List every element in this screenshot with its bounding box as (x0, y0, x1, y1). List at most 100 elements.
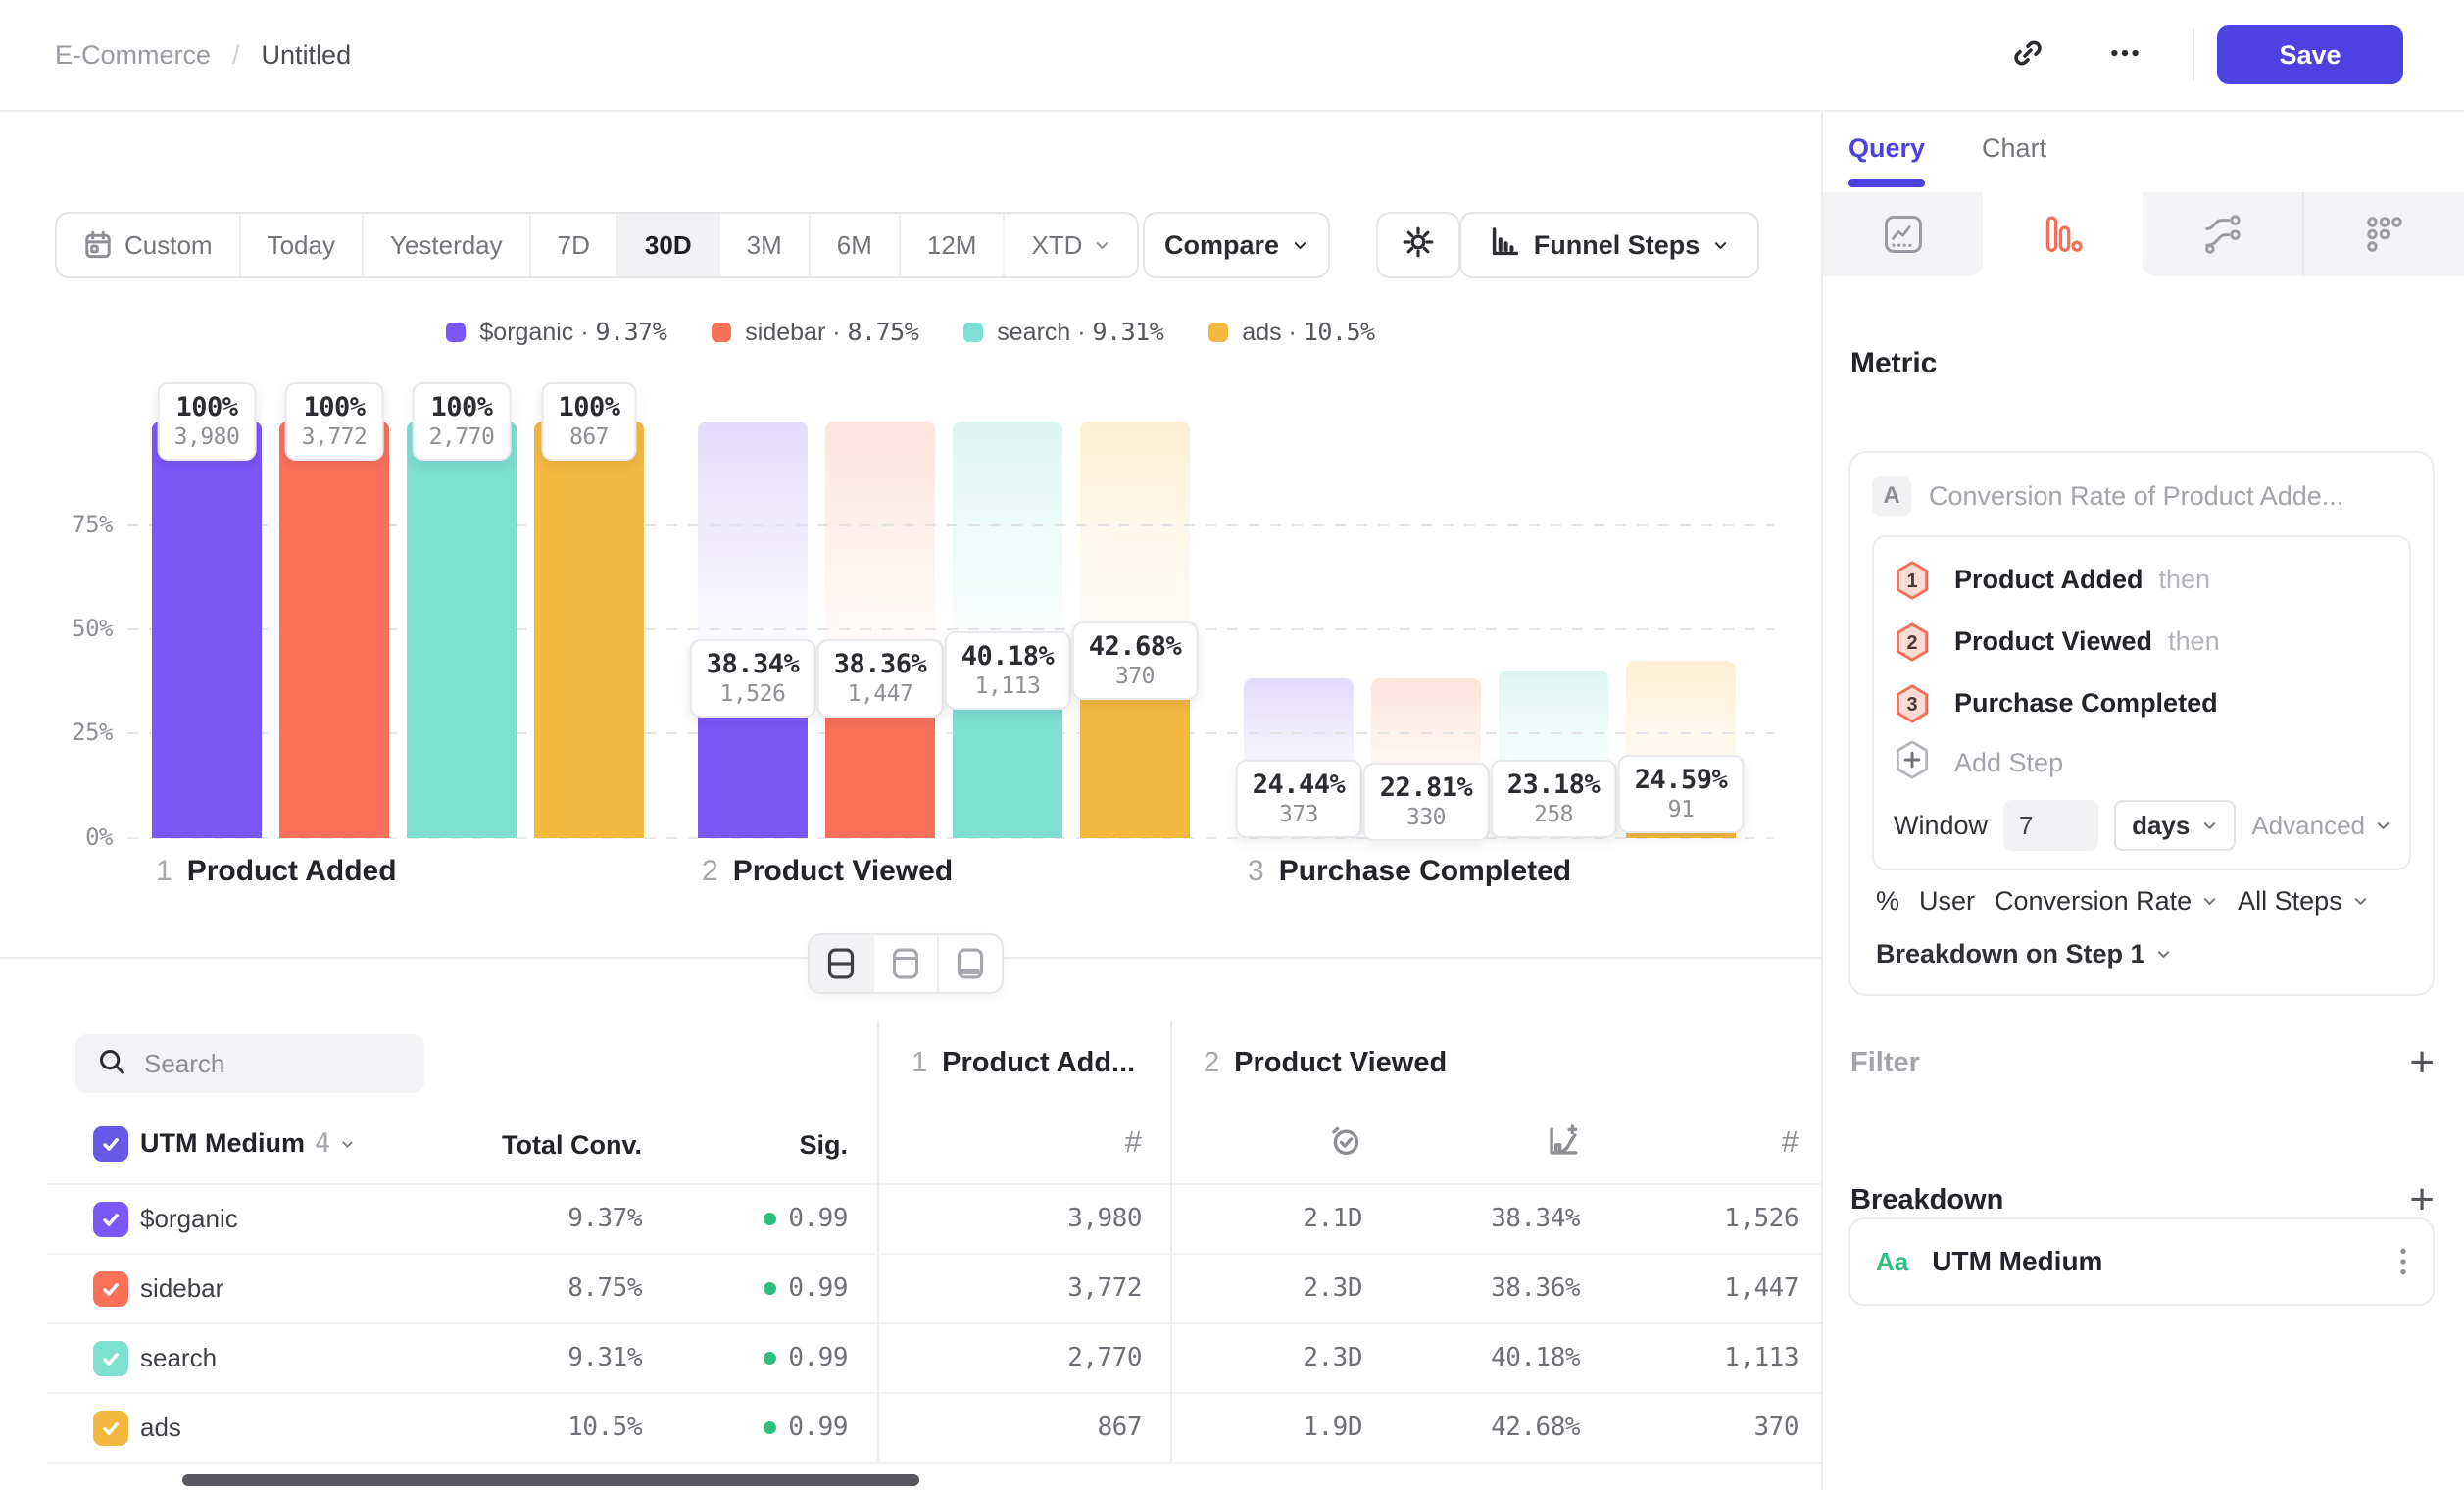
svg-text:3: 3 (1906, 693, 1917, 715)
line-chart-icon (1884, 215, 1923, 254)
chart-type-tab-flow[interactable] (2143, 192, 2302, 276)
chart-step-label: 3Purchase Completed (1248, 855, 1571, 888)
column-header-hash-icon[interactable]: # (1083, 1124, 1142, 1160)
bar-value-card: 40.18%1,113 (945, 631, 1071, 710)
conversion-window-row: Window 7 days Advanced (1874, 791, 2409, 860)
more-options-button[interactable] (2092, 22, 2158, 88)
layout-top-icon (891, 947, 920, 980)
add-step-hexagon-icon (1894, 739, 1931, 787)
all-steps-select[interactable]: All Steps (2238, 886, 2369, 917)
add-breakdown-button[interactable]: + (2409, 1178, 2435, 1221)
table-search (75, 1034, 424, 1093)
funnel-chart: 75%50%25%0%100%3,98038.34%1,52624.44%373… (0, 110, 1821, 914)
svg-text:1: 1 (1906, 570, 1917, 591)
bar-conversion-pct: 38.34% (707, 648, 800, 680)
panel-tabs: Query Chart (1848, 133, 2046, 181)
bar-value-card: 100%3,772 (285, 382, 384, 461)
sig-column-header[interactable]: Sig. (0, 1130, 848, 1161)
tab-query[interactable]: Query (1848, 133, 1925, 181)
chevron-down-icon (2201, 818, 2218, 834)
more-icon (2108, 36, 2142, 70)
chart-type-tab-funnel-bars[interactable] (1983, 192, 2143, 276)
funnel-step-row[interactable]: 1Product Addedthen (1874, 549, 2409, 611)
bar-value-card: 100%867 (541, 382, 636, 461)
table-row[interactable]: ads10.5%0.998671.9D42.68%370 (0, 1394, 1821, 1464)
bar-conversion-pct: 24.59% (1635, 764, 1728, 796)
breakdown-property-name: UTM Medium (1932, 1246, 2102, 1277)
svg-text:2: 2 (1906, 631, 1917, 653)
funnel-bar[interactable] (534, 422, 644, 838)
table-group-header-step1: 1Product Add... (912, 1047, 1135, 1079)
layout-split-icon (826, 947, 856, 980)
table-row[interactable]: search9.31%0.992,7702.3D40.18%1,113 (0, 1324, 1821, 1394)
bar-count: 1,526 (707, 680, 800, 709)
funnel-bar[interactable] (279, 422, 389, 838)
view-toggle-layout-top[interactable] (874, 935, 939, 992)
search-input[interactable] (142, 1048, 381, 1080)
tab-chart[interactable]: Chart (1982, 133, 2046, 181)
column-header-avg-time-icon[interactable] (1304, 1124, 1362, 1158)
layout-view-toggle (808, 933, 1004, 994)
breadcrumb-report-title[interactable]: Untitled (262, 40, 352, 71)
metric-card: A Conversion Rate of Product Adde... 1Pr… (1848, 451, 2435, 996)
table-header-row: UTM Medium 4 Total Conv.Sig.## (0, 1105, 1821, 1185)
step-number-hexagon: 1 (1894, 560, 1931, 601)
funnel-steps-card: 1Product Addedthen2Product Viewedthen3Pu… (1872, 535, 2411, 870)
search-icon (97, 1047, 126, 1076)
bar-value-card: 24.44%373 (1236, 760, 1362, 838)
window-value-input[interactable]: 7 (2003, 800, 2098, 851)
bar-conversion-pct: 24.44% (1253, 769, 1346, 801)
chart-type-tab-line-chart[interactable] (1823, 192, 1983, 276)
row-step2-count: 1,113 (0, 1343, 1799, 1372)
bar-value-card: 22.81%330 (1363, 763, 1490, 841)
bar-value-card: 23.18%258 (1491, 760, 1617, 838)
chart-type-tab-retention-grid[interactable] (2302, 192, 2464, 276)
funnel-bar[interactable] (407, 422, 517, 838)
y-axis-tick: 75% (39, 511, 113, 538)
row-step2-count: 1,526 (0, 1204, 1799, 1233)
kebab-menu-button[interactable] (2399, 1245, 2407, 1278)
metric-title: Conversion Rate of Product Adde... (1929, 481, 2343, 512)
bar-conversion-pct: 22.81% (1380, 771, 1473, 804)
funnel-step-row[interactable]: 2Product Viewedthen (1874, 611, 2409, 672)
add-hexagon-icon (1894, 739, 1931, 780)
share-link-button[interactable] (1995, 22, 2061, 88)
conversion-rate-select[interactable]: Conversion Rate (1995, 886, 2218, 917)
conversion-chart-icon (1547, 1124, 1580, 1158)
bar-conversion-pct: 38.36% (834, 648, 927, 680)
measure-user-label: User (1919, 886, 1975, 917)
filter-section: Filter + (1850, 1037, 2435, 1088)
breadcrumb-project[interactable]: E-Commerce (55, 40, 211, 71)
string-type-icon: Aa (1876, 1247, 1908, 1277)
advanced-toggle[interactable]: Advanced (2251, 811, 2391, 841)
funnel-step-list: 1Product Addedthen2Product Viewedthen3Pu… (1874, 537, 2409, 734)
bar-value-card: 100%2,770 (413, 382, 512, 461)
add-step-button[interactable]: Add Step (1874, 734, 2409, 791)
table-row[interactable]: sidebar8.75%0.993,7722.3D38.36%1,447 (0, 1255, 1821, 1324)
horizontal-scrollbar[interactable] (182, 1474, 919, 1486)
save-button[interactable]: Save (2217, 25, 2403, 84)
metric-header[interactable]: A Conversion Rate of Product Adde... (1872, 476, 2343, 516)
step-number-hexagon: 2 (1894, 621, 1931, 663)
bar-value-card: 42.68%370 (1072, 621, 1199, 700)
funnel-bar[interactable] (152, 422, 262, 838)
bar-count: 867 (558, 423, 619, 452)
add-filter-button[interactable]: + (2409, 1041, 2435, 1084)
app-window: E-Commerce / Untitled Save CustomTodayYe… (0, 0, 2464, 1490)
breakdown-title: Breakdown (1850, 1184, 2003, 1217)
view-toggle-layout-bottom[interactable] (939, 935, 1002, 992)
column-header-hash-icon[interactable]: # (1740, 1124, 1799, 1160)
view-toggle-layout-split[interactable] (810, 935, 874, 992)
bar-value-card: 100%3,980 (158, 382, 257, 461)
breakdown-on-step-select[interactable]: Breakdown on Step 1 (1876, 939, 2172, 969)
funnel-step-row[interactable]: 3Purchase Completed (1874, 672, 2409, 734)
bar-conversion-pct: 40.18% (961, 640, 1055, 672)
column-header-conversion-chart-icon[interactable] (1521, 1124, 1580, 1158)
bar-value-card: 38.34%1,526 (690, 639, 816, 718)
window-unit-select[interactable]: days (2114, 800, 2236, 851)
kebab-icon (2399, 1245, 2407, 1278)
table-row[interactable]: $organic9.37%0.993,9802.1D38.34%1,526 (0, 1185, 1821, 1255)
layout-bottom-icon (956, 947, 985, 980)
bar-conversion-pct: 100% (429, 391, 495, 423)
breakdown-property-card[interactable]: Aa UTM Medium (1848, 1217, 2435, 1306)
